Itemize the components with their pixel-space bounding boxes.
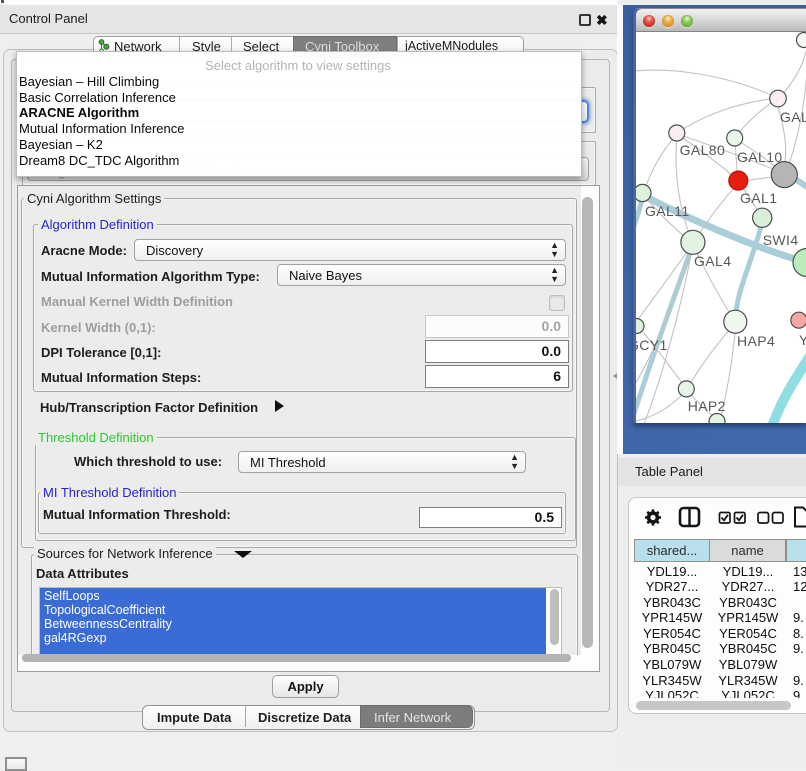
svg-text:GAL10: GAL10 (737, 149, 783, 165)
svg-text:GAL: GAL (780, 109, 806, 125)
svg-text:HAP4: HAP4 (737, 333, 775, 349)
svg-text:Y: Y (799, 332, 806, 348)
svg-text:SWI4: SWI4 (763, 232, 799, 248)
svg-text:GCY1: GCY1 (636, 337, 668, 353)
svg-text:GAL4: GAL4 (694, 253, 731, 269)
svg-text:GAL11: GAL11 (645, 203, 690, 219)
svg-text:GAL1: GAL1 (740, 190, 777, 206)
svg-text:GAL80: GAL80 (680, 142, 726, 158)
svg-text:HAP2: HAP2 (688, 398, 726, 414)
